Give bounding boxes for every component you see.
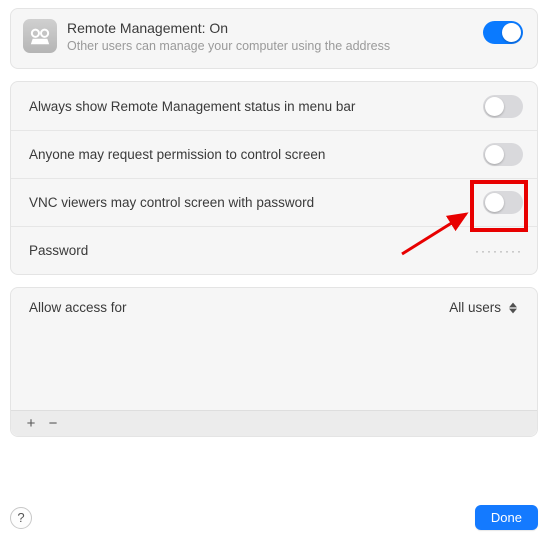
password-value: ········: [475, 244, 523, 258]
row-vnc-password: VNC viewers may control screen with pass…: [11, 178, 537, 226]
row-label: Anyone may request permission to control…: [29, 147, 325, 162]
list-footer-bar: + −: [11, 410, 537, 436]
access-label: Allow access for: [29, 300, 127, 315]
header-subtitle: Other users can manage your computer usi…: [67, 38, 473, 54]
bottom-bar: ? Done: [10, 505, 538, 530]
settings-panel: Always show Remote Management status in …: [10, 81, 538, 275]
toggle-vnc-password[interactable]: [483, 191, 523, 214]
toggle-anyone-request-permission[interactable]: [483, 143, 523, 166]
access-selected-value: All users: [449, 300, 501, 315]
row-label: Always show Remote Management status in …: [29, 99, 355, 114]
remote-management-header-panel: Remote Management: On Other users can ma…: [10, 8, 538, 69]
minus-icon: −: [49, 415, 58, 432]
toggle-show-status-menubar[interactable]: [483, 95, 523, 118]
row-password: Password ········: [11, 226, 537, 274]
access-panel: Allow access for All users + −: [10, 287, 538, 437]
chevron-up-down-icon: [507, 302, 519, 314]
header-title: Remote Management: On: [67, 20, 473, 36]
row-label: VNC viewers may control screen with pass…: [29, 195, 314, 210]
remote-management-toggle[interactable]: [483, 21, 523, 44]
remove-user-button[interactable]: −: [43, 414, 63, 434]
access-select[interactable]: All users: [449, 300, 519, 315]
help-button[interactable]: ?: [10, 507, 32, 529]
password-label: Password: [29, 243, 88, 258]
add-user-button[interactable]: +: [21, 414, 41, 434]
row-anyone-request-permission: Anyone may request permission to control…: [11, 130, 537, 178]
question-icon: ?: [17, 510, 24, 525]
plus-icon: +: [27, 415, 36, 432]
row-show-status-menubar: Always show Remote Management status in …: [11, 82, 537, 130]
done-button[interactable]: Done: [475, 505, 538, 530]
remote-management-icon: [23, 19, 57, 53]
